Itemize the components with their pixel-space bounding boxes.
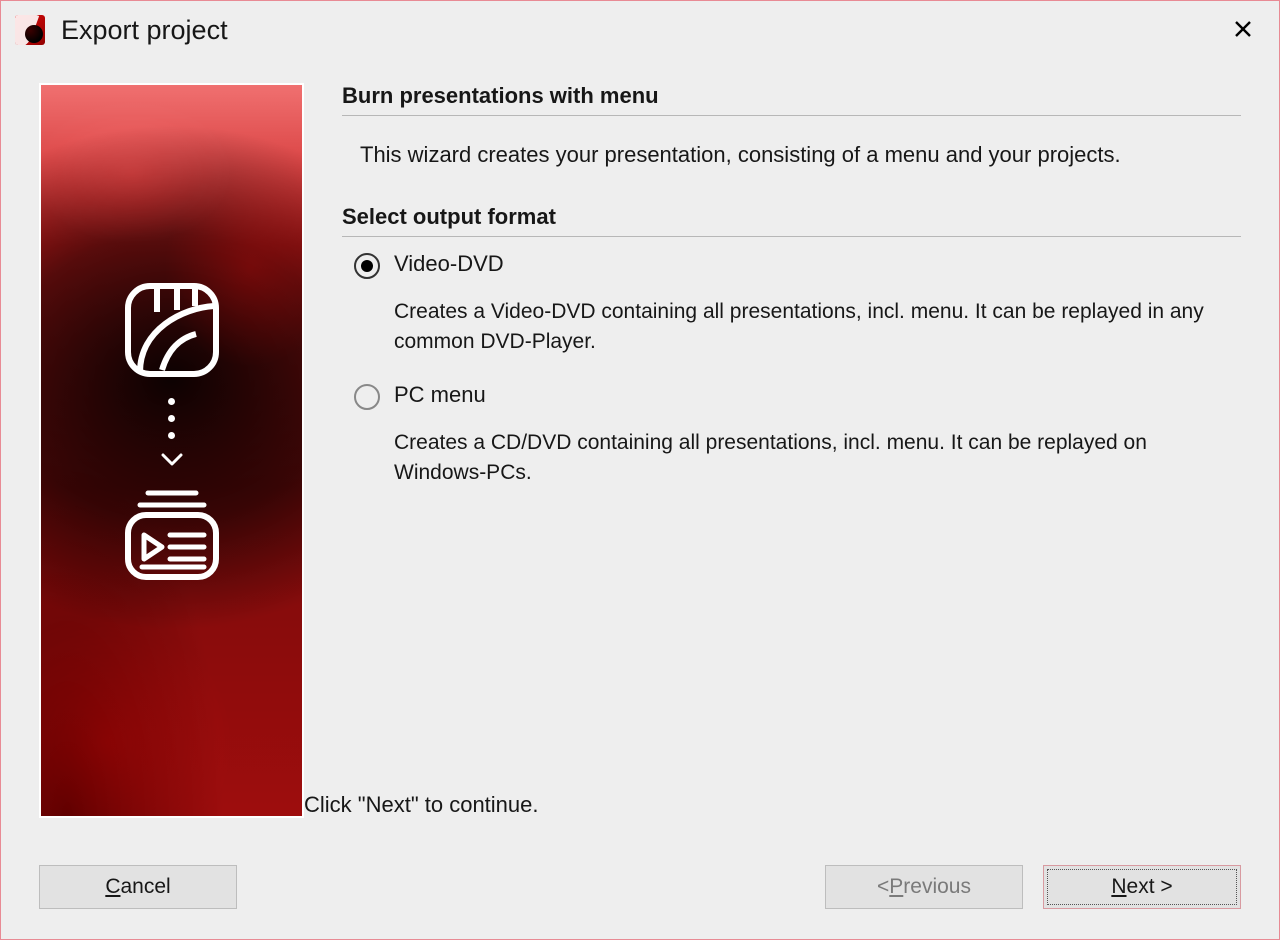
option-pc-menu[interactable]: PC menu — [354, 382, 1241, 410]
dotted-arrow-icon — [161, 398, 183, 467]
media-menu-icon — [118, 485, 226, 585]
close-button[interactable] — [1221, 9, 1265, 49]
cancel-button[interactable]: Cancel — [39, 865, 237, 909]
app-icon — [15, 15, 45, 45]
photo-roll-icon — [122, 280, 222, 380]
main-panel: Burn presentations with menu This wizard… — [304, 83, 1241, 818]
titlebar: Export project — [1, 1, 1279, 59]
wizard-sidebar-image — [39, 83, 304, 818]
section-title-burn: Burn presentations with menu — [342, 83, 1241, 116]
radio-pc-menu[interactable] — [354, 384, 380, 410]
close-icon — [1234, 20, 1252, 38]
radio-video-dvd[interactable] — [354, 253, 380, 279]
wizard-footer: Cancel < Previous Next > — [39, 865, 1241, 909]
sidebar-icons — [41, 280, 302, 585]
next-button[interactable]: Next > — [1043, 865, 1241, 909]
footer-right-group: < Previous Next > — [825, 865, 1241, 909]
wizard-intro-text: This wizard creates your presentation, c… — [360, 142, 1241, 168]
previous-button[interactable]: < Previous — [825, 865, 1023, 909]
content-area: Burn presentations with menu This wizard… — [39, 83, 1241, 818]
window-title: Export project — [61, 15, 228, 46]
option-description: Creates a CD/DVD containing all presenta… — [394, 428, 1241, 489]
option-label: PC menu — [394, 382, 486, 408]
option-label: Video-DVD — [394, 251, 504, 277]
option-description: Creates a Video-DVD containing all prese… — [394, 297, 1241, 358]
option-video-dvd[interactable]: Video-DVD — [354, 251, 1241, 279]
continue-hint: Click "Next" to continue. — [304, 792, 539, 818]
section-title-format: Select output format — [342, 204, 1241, 237]
